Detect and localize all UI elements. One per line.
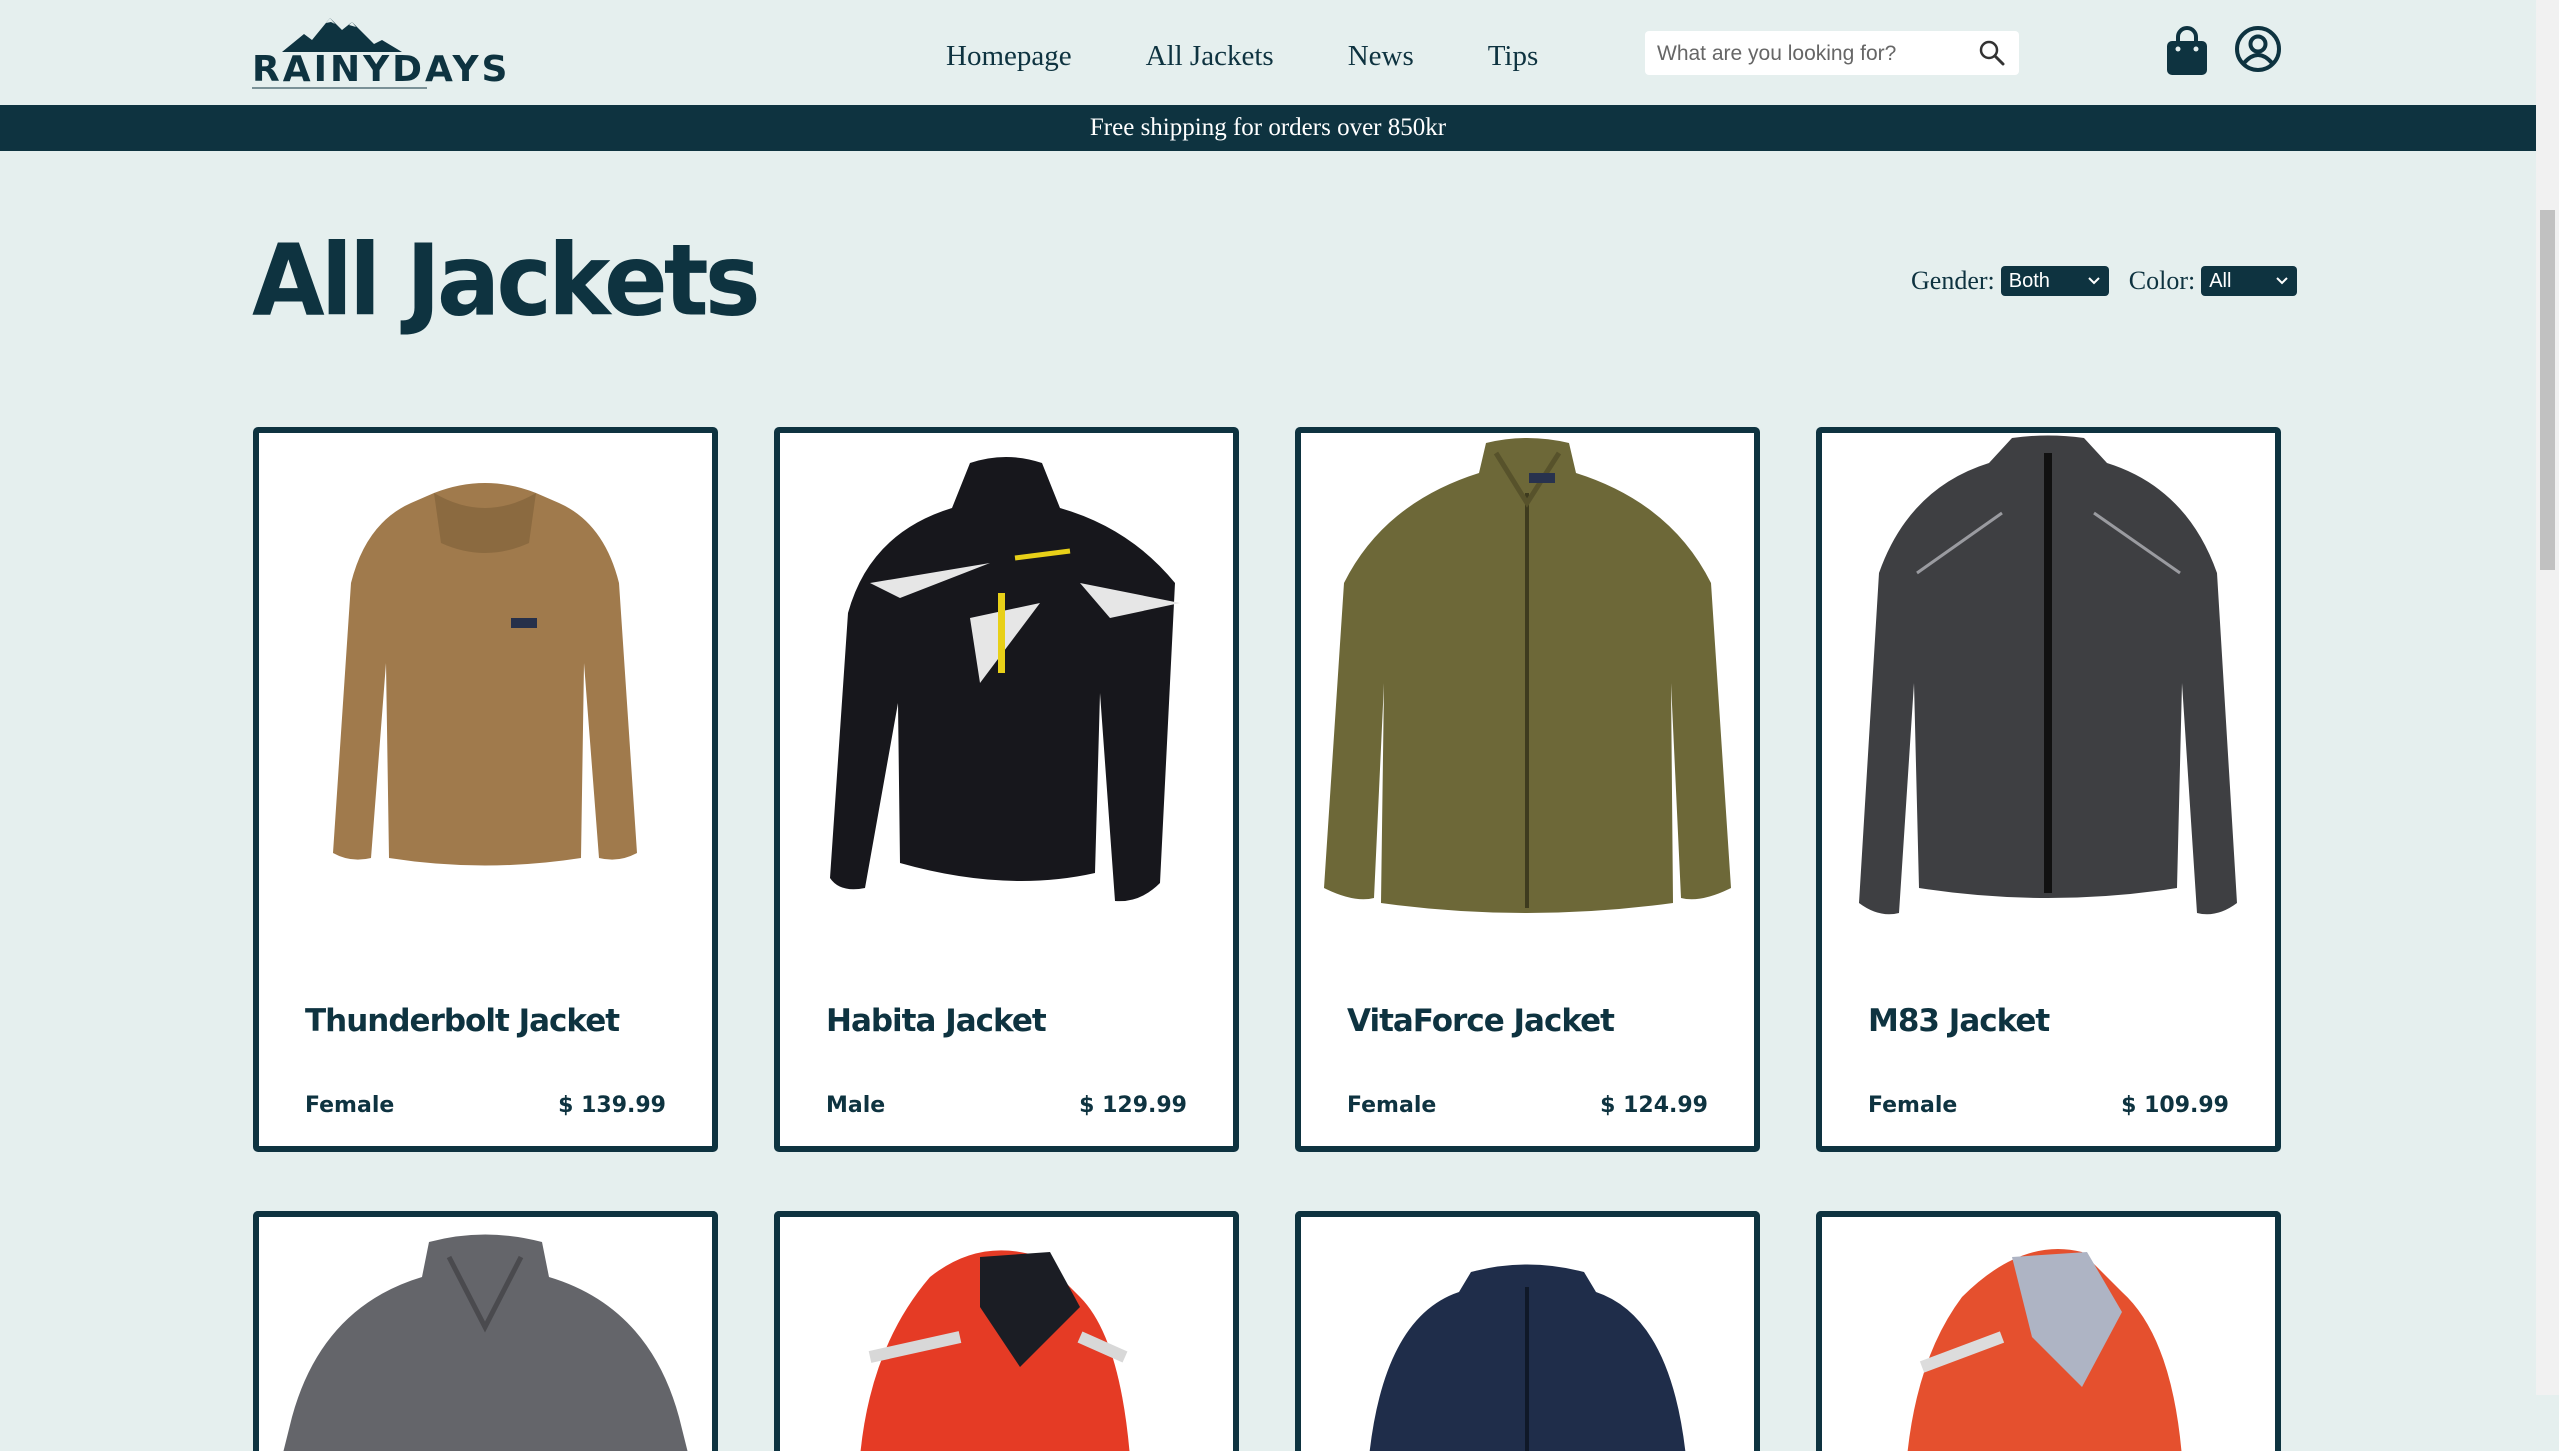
grey-jacket-icon (283, 1234, 688, 1451)
product-card[interactable]: Thunderbolt Jacket Female $ 139.99 (253, 427, 718, 1152)
product-gender: Male (826, 1093, 886, 1118)
user-account-icon[interactable] (2234, 25, 2282, 73)
product-gender: Female (1868, 1093, 1958, 1118)
product-image[interactable] (259, 433, 712, 933)
product-price: $ 129.99 (1079, 1093, 1187, 1118)
nav-news[interactable]: News (1348, 40, 1414, 73)
logo-text: RAINYDAYS (252, 49, 511, 90)
page-scrollbar[interactable] (2536, 0, 2559, 1395)
navy-fleece-jacket-icon (1369, 1264, 1686, 1451)
page-title: All Jackets (252, 224, 761, 339)
product-name[interactable]: Habita Jacket (826, 1003, 1047, 1039)
site-logo[interactable]: RAINYDAYS (252, 14, 511, 90)
gender-select-value: Both (2008, 270, 2050, 292)
nav-homepage[interactable]: Homepage (946, 40, 1072, 73)
orange-sailing-jacket-icon (1907, 1249, 2182, 1451)
product-card[interactable]: Habita Jacket Male $ 129.99 (774, 427, 1239, 1152)
teddy-fleece-jacket-icon (333, 483, 637, 866)
shipping-banner: Free shipping for orders over 850kr (0, 105, 2536, 151)
product-price: $ 124.99 (1600, 1093, 1708, 1118)
search-input[interactable] (1655, 36, 1969, 72)
product-card[interactable]: M83 Jacket Female $ 109.99 (1816, 427, 2281, 1152)
chevron-down-icon (2088, 277, 2100, 285)
product-image[interactable] (1301, 433, 1754, 933)
search-icon[interactable] (1979, 40, 2005, 66)
product-name[interactable]: Thunderbolt Jacket (305, 1003, 620, 1039)
product-gender: Female (1347, 1093, 1437, 1118)
nav-all-jackets[interactable]: All Jackets (1146, 40, 1274, 73)
olive-fleece-jacket-icon (1324, 438, 1731, 913)
product-image[interactable] (1822, 433, 2275, 933)
product-shape (830, 457, 1175, 902)
shopping-bag-icon[interactable] (2165, 26, 2209, 76)
product-price: $ 139.99 (558, 1093, 666, 1118)
filters: Gender: Both Color: All (1911, 266, 2298, 296)
color-filter-label: Color: (2128, 266, 2196, 295)
product-gender: Female (305, 1093, 395, 1118)
product-card[interactable] (253, 1211, 718, 1451)
product-name[interactable]: M83 Jacket (1868, 1003, 2050, 1039)
red-sailing-jacket-icon (860, 1250, 1130, 1451)
product-image[interactable] (780, 433, 1233, 933)
site-header: RAINYDAYS Homepage All Jackets News Tips (0, 0, 2536, 105)
chevron-down-icon (2276, 277, 2288, 285)
scrollbar-thumb[interactable] (2540, 210, 2555, 570)
mountain-logo-icon (282, 18, 402, 52)
product-card[interactable] (1295, 1211, 1760, 1451)
black-ski-jacket-icon (830, 457, 1180, 902)
product-card[interactable] (774, 1211, 1239, 1451)
search-box (1645, 31, 2019, 75)
nav-tips[interactable]: Tips (1488, 40, 1539, 73)
gender-select[interactable]: Both (2000, 266, 2109, 296)
gender-filter-label: Gender: (1911, 266, 1995, 295)
color-select-value: All (2209, 270, 2232, 292)
product-price: $ 109.99 (2121, 1093, 2229, 1118)
page: RAINYDAYS Homepage All Jackets News Tips (0, 0, 2536, 1451)
grey-shell-jacket-icon (1859, 435, 2237, 915)
color-select[interactable]: All (2201, 266, 2298, 296)
main-nav: Homepage All Jackets News Tips (946, 40, 1612, 73)
product-card[interactable]: VitaForce Jacket Female $ 124.99 (1295, 427, 1760, 1152)
product-name[interactable]: VitaForce Jacket (1347, 1003, 1615, 1039)
product-card[interactable] (1816, 1211, 2281, 1451)
